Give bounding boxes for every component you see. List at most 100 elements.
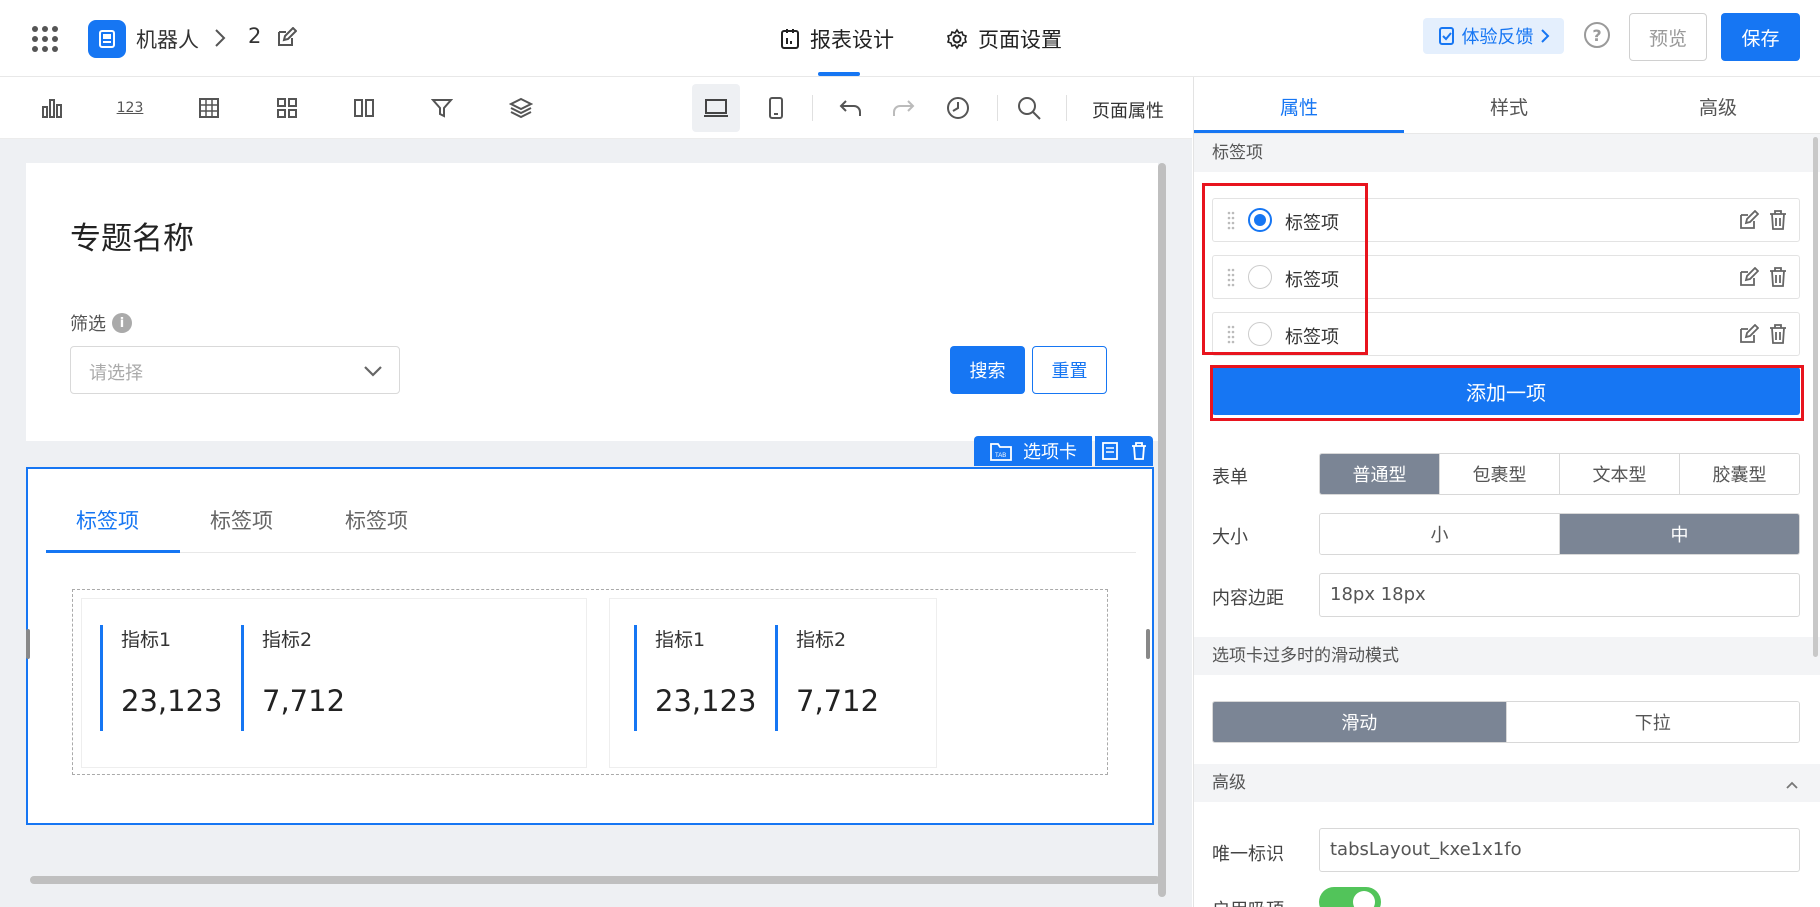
tab-page-settings-label: 页面设置 [978, 28, 1062, 52]
mobile-view-icon[interactable] [762, 94, 790, 122]
component-tab-1[interactable]: 标签项 [76, 505, 139, 535]
columns-icon[interactable] [350, 94, 378, 122]
feedback-button[interactable]: 体验反馈 [1423, 18, 1564, 54]
chevron-right-icon [1540, 29, 1549, 43]
delete-icon[interactable] [1130, 441, 1148, 461]
save-button[interactable]: 保存 [1721, 13, 1800, 61]
form-option-capsule[interactable]: 胶囊型 [1680, 454, 1799, 494]
tab-component-icon-text: TAB [995, 453, 1006, 459]
breadcrumb-app-name[interactable]: 机器人 [136, 24, 199, 54]
kpi-value: 7,712 [262, 684, 346, 718]
card-grid-icon[interactable] [273, 94, 301, 122]
filter-select[interactable]: 请选择 [70, 346, 400, 394]
sticky-toggle[interactable] [1319, 887, 1381, 907]
size-option-small[interactable]: 小 [1320, 514, 1560, 554]
copy-icon[interactable] [1100, 441, 1120, 461]
canvas-horizontal-scrollbar[interactable] [30, 876, 1160, 884]
chart-icon[interactable] [38, 94, 66, 122]
toolbar-divider [1066, 95, 1067, 121]
tab-advanced[interactable]: 高级 [1699, 93, 1737, 120]
size-option-medium[interactable]: 中 [1560, 514, 1799, 554]
properties-panel: 属性 样式 高级 标签项 标签项 标签项 标签项 添加一项 表单 普通型 包裹型… [1193, 77, 1820, 907]
search-icon[interactable] [1015, 94, 1043, 122]
scroll-mode-segmented: 滑动 下拉 [1212, 701, 1800, 743]
page-title[interactable]: 专题名称 [70, 213, 194, 258]
form-option-normal[interactable]: 普通型 [1320, 454, 1440, 494]
search-button[interactable]: 搜索 [950, 346, 1025, 394]
reset-button[interactable]: 重置 [1032, 346, 1107, 394]
desktop-view-icon[interactable] [702, 94, 730, 122]
kpi-value: 23,123 [121, 684, 223, 718]
page-properties-button[interactable]: 页面属性 [1092, 97, 1164, 123]
resize-handle-left[interactable] [26, 629, 30, 659]
section-advanced-label: 高级 [1212, 773, 1246, 793]
chevron-right-icon [213, 27, 227, 53]
padding-label: 内容边距 [1212, 588, 1284, 609]
scroll-option-slide[interactable]: 滑动 [1213, 702, 1507, 742]
delete-icon[interactable] [1769, 323, 1787, 345]
tab-component-icon: TAB [990, 443, 1012, 461]
toolbar-divider [997, 95, 998, 121]
size-label: 大小 [1212, 527, 1248, 548]
tab-style[interactable]: 样式 [1490, 93, 1528, 120]
breadcrumb-page: 2 [248, 24, 262, 48]
filter-label: 筛选 i [70, 310, 132, 336]
edit-icon[interactable] [1737, 267, 1759, 289]
number-indicator-icon[interactable]: 123 [116, 94, 144, 122]
select-placeholder: 请选择 [89, 363, 143, 384]
form-option-text[interactable]: 文本型 [1560, 454, 1680, 494]
design-canvas: 专题名称 筛选 i 请选择 搜索 重置 TAB 选项卡 标签项 标签项 标签项 [0, 139, 1192, 907]
section-tab-items: 标签项 [1194, 134, 1820, 172]
edit-title-icon[interactable] [275, 26, 298, 53]
kpi-value: 23,123 [655, 684, 757, 718]
table-icon[interactable] [195, 94, 223, 122]
filter-card: 专题名称 筛选 i 请选择 搜索 重置 [26, 163, 1158, 441]
component-tab-3[interactable]: 标签项 [345, 505, 408, 535]
kpi-label: 指标1 [655, 629, 706, 651]
undo-icon[interactable] [837, 94, 865, 122]
kpi-card[interactable]: 指标1 23,123 指标2 7,712 [609, 598, 937, 768]
kpi-value: 7,712 [796, 684, 880, 718]
kpi-item: 指标2 7,712 [775, 625, 879, 731]
component-tab-2[interactable]: 标签项 [210, 505, 273, 535]
delete-icon[interactable] [1769, 209, 1787, 231]
form-option-wrapped[interactable]: 包裹型 [1440, 454, 1560, 494]
tab-properties[interactable]: 属性 [1280, 93, 1318, 120]
apps-grid-icon[interactable] [32, 26, 58, 52]
app-logo-icon [88, 20, 126, 58]
size-segmented: 小 中 [1319, 513, 1800, 555]
edit-icon[interactable] [1737, 210, 1759, 232]
kpi-item: 指标1 23,123 [634, 625, 756, 731]
kpi-card[interactable]: 指标1 23,123 指标2 7,712 [81, 598, 587, 768]
tab-content-area: 指标1 23,123 指标2 7,712 指标1 23,123 指标2 7,71… [72, 589, 1108, 775]
scroll-option-dropdown[interactable]: 下拉 [1506, 702, 1799, 742]
padding-input[interactable]: 18px 18px [1319, 573, 1800, 617]
delete-icon[interactable] [1769, 266, 1787, 288]
section-advanced[interactable]: 高级 [1194, 764, 1820, 802]
help-icon[interactable]: ? [1584, 22, 1610, 48]
canvas-vertical-scrollbar[interactable] [1158, 163, 1166, 897]
component-actions [1095, 436, 1153, 466]
chevron-down-icon [363, 363, 383, 382]
tab-page-settings[interactable]: 页面设置 [946, 24, 1062, 54]
preview-button[interactable]: 预览 [1629, 13, 1707, 61]
toolbar-divider [812, 95, 813, 121]
info-icon[interactable]: i [112, 313, 132, 333]
kpi-label: 指标1 [121, 629, 172, 651]
tabs-component[interactable]: 标签项 标签项 标签项 指标1 23,123 指标2 7,712 指标1 23,… [26, 467, 1154, 825]
history-icon[interactable] [944, 94, 972, 122]
redo-icon[interactable] [889, 94, 917, 122]
active-panel-tab-indicator [1194, 130, 1404, 133]
layers-icon[interactable] [507, 94, 535, 122]
editor-toolbar: 123 页面属性 [0, 77, 1192, 139]
filter-icon[interactable] [428, 94, 456, 122]
edit-icon[interactable] [1737, 324, 1759, 346]
panel-scrollbar[interactable] [1813, 137, 1818, 657]
resize-handle-right[interactable] [1146, 629, 1150, 659]
unique-id-input[interactable]: tabsLayout_kxe1x1fo [1319, 828, 1800, 872]
kpi-label: 指标2 [262, 629, 313, 651]
tab-report-design[interactable]: 报表设计 [780, 24, 894, 76]
chevron-up-icon [1786, 781, 1798, 789]
feedback-label: 体验反馈 [1461, 27, 1534, 48]
component-badge[interactable]: TAB 选项卡 [974, 436, 1092, 466]
